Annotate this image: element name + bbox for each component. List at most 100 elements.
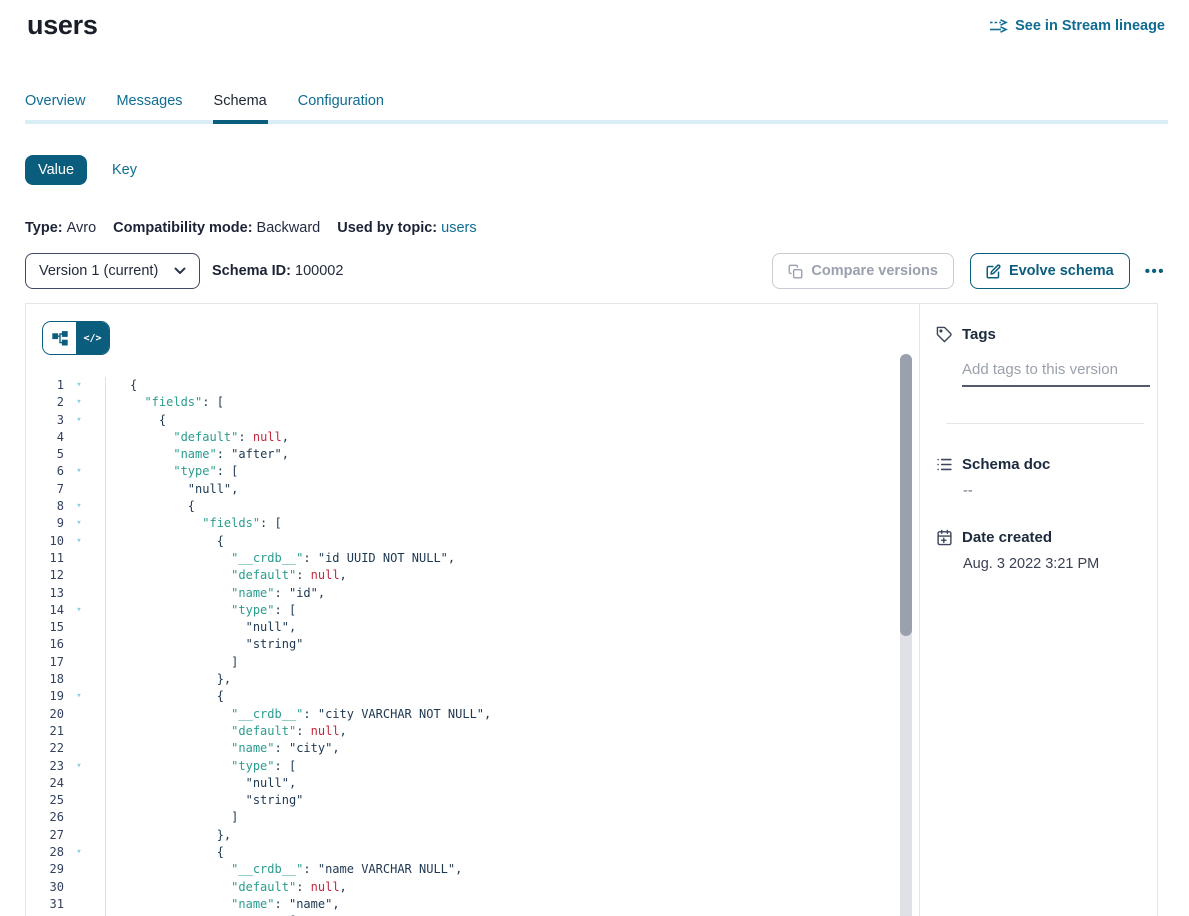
json-key: "type" xyxy=(173,464,216,478)
json-punctuation: , xyxy=(340,880,347,894)
code-line[interactable]: "string" xyxy=(130,792,919,809)
code-line[interactable]: "null", xyxy=(130,775,919,792)
code-line[interactable]: "default": null, xyxy=(130,723,919,740)
line-number: 18 xyxy=(26,671,64,688)
code-line[interactable]: "string" xyxy=(130,636,919,653)
tab-schema[interactable]: Schema xyxy=(214,93,267,124)
code-line[interactable]: "null", xyxy=(130,619,919,636)
page-title: users xyxy=(27,10,98,41)
json-punctuation: { xyxy=(130,689,224,703)
fold-arrow-icon[interactable]: ▾ xyxy=(64,515,94,532)
evolve-schema-label: Evolve schema xyxy=(1009,263,1114,279)
list-icon xyxy=(936,456,953,473)
version-select[interactable]: Version 1 (current) xyxy=(25,253,200,289)
code-line[interactable]: ] xyxy=(130,654,919,671)
fold-arrow-icon[interactable]: ▾ xyxy=(64,844,94,861)
tree-view-button[interactable] xyxy=(43,322,76,354)
fold-arrow-icon[interactable]: ▾ xyxy=(64,758,94,775)
line-number: 16 xyxy=(26,636,64,653)
fold-arrow-icon[interactable]: ▾ xyxy=(64,688,94,705)
fold-spacer xyxy=(64,723,94,740)
json-punctuation: : xyxy=(275,586,289,600)
stream-lineage-link[interactable]: See in Stream lineage xyxy=(989,18,1165,34)
code-line[interactable]: { xyxy=(130,533,919,550)
json-string: "after" xyxy=(231,447,282,461)
schema-doc-heading: Schema doc xyxy=(962,456,1050,473)
gutter-row: 22 xyxy=(26,740,105,757)
gutter-row: 23▾ xyxy=(26,758,105,775)
stream-lineage-label: See in Stream lineage xyxy=(1015,18,1165,34)
line-number: 5 xyxy=(26,446,64,463)
code-line[interactable]: { xyxy=(130,844,919,861)
json-punctuation: : [ xyxy=(202,395,224,409)
line-number: 7 xyxy=(26,481,64,498)
gutter-row: 26 xyxy=(26,809,105,826)
json-punctuation xyxy=(130,897,231,911)
code-line[interactable]: { xyxy=(130,688,919,705)
json-punctuation: }, xyxy=(130,828,231,842)
json-string: "id" xyxy=(289,586,318,600)
fold-arrow-icon[interactable]: ▾ xyxy=(64,377,94,394)
meta-compatibility-label: Compatibility mode: xyxy=(113,220,252,236)
gutter-row: 10▾ xyxy=(26,533,105,550)
code-line[interactable]: "fields": [ xyxy=(130,394,919,411)
meta-compatibility: Compatibility mode:Backward xyxy=(113,220,320,236)
schema-code-section: </> 1▾2▾3▾456▾78▾9▾10▾11121314▾151617181… xyxy=(26,304,920,916)
code-line[interactable]: "name": "after", xyxy=(130,446,919,463)
code-line[interactable]: "default": null, xyxy=(130,429,919,446)
add-tags-input[interactable] xyxy=(962,359,1150,387)
code-line[interactable]: "__crdb__": "city VARCHAR NOT NULL", xyxy=(130,706,919,723)
code-line[interactable]: "name": "id", xyxy=(130,585,919,602)
line-number: 31 xyxy=(26,896,64,913)
fold-arrow-icon[interactable]: ▾ xyxy=(64,533,94,550)
fold-arrow-icon[interactable]: ▾ xyxy=(64,463,94,480)
compare-versions-button[interactable]: Compare versions xyxy=(772,253,954,289)
fold-spacer xyxy=(64,879,94,896)
code-line[interactable]: { xyxy=(130,412,919,429)
meta-topic-link[interactable]: users xyxy=(441,220,476,236)
code-line[interactable]: "__crdb__": "name VARCHAR NULL", xyxy=(130,861,919,878)
evolve-schema-button[interactable]: Evolve schema xyxy=(970,253,1130,289)
editor-scrollbar[interactable] xyxy=(900,354,912,916)
gutter-row: 14▾ xyxy=(26,602,105,619)
code-line[interactable]: "name": "city", xyxy=(130,740,919,757)
code-line[interactable]: "default": null, xyxy=(130,567,919,584)
line-number: 10 xyxy=(26,533,64,550)
code-line[interactable]: { xyxy=(130,498,919,515)
fold-arrow-icon[interactable]: ▾ xyxy=(64,498,94,515)
fold-arrow-icon[interactable]: ▾ xyxy=(64,394,94,411)
code-line[interactable]: "fields": [ xyxy=(130,515,919,532)
schema-panel: </> 1▾2▾3▾456▾78▾9▾10▾11121314▾151617181… xyxy=(25,303,1158,916)
fold-arrow-icon[interactable]: ▾ xyxy=(64,412,94,429)
code-line[interactable]: "null", xyxy=(130,481,919,498)
code-line[interactable]: "type": [ xyxy=(130,602,919,619)
code-line[interactable]: "type": [ xyxy=(130,463,919,480)
code-line[interactable]: ] xyxy=(130,809,919,826)
fold-spacer xyxy=(64,792,94,809)
more-options-button[interactable]: ••• xyxy=(1145,263,1165,280)
json-punctuation xyxy=(130,793,246,807)
code-lines[interactable]: { "fields": [ { "default": null, "name":… xyxy=(106,377,919,916)
json-string: "name" xyxy=(289,897,332,911)
fold-spacer xyxy=(64,740,94,757)
code-line[interactable]: "default": null, xyxy=(130,879,919,896)
code-line[interactable]: "__crdb__": "id UUID NOT NULL", xyxy=(130,550,919,567)
scrollbar-thumb[interactable] xyxy=(900,354,912,636)
json-string: "id UUID NOT NULL" xyxy=(318,551,448,565)
gutter-row: 5 xyxy=(26,446,105,463)
value-tab-button[interactable]: Value xyxy=(25,155,87,185)
gutter-row: 20 xyxy=(26,706,105,723)
code-line[interactable]: }, xyxy=(130,827,919,844)
json-punctuation: , xyxy=(282,430,289,444)
key-tab-button[interactable]: Key xyxy=(112,162,137,178)
code-line[interactable]: }, xyxy=(130,671,919,688)
fold-spacer xyxy=(64,585,94,602)
code-line[interactable]: "type": [ xyxy=(130,758,919,775)
fold-arrow-icon[interactable]: ▾ xyxy=(64,602,94,619)
date-created-heading-row: Date created xyxy=(936,529,1150,546)
code-view-button[interactable]: </> xyxy=(76,322,109,354)
code-line[interactable]: { xyxy=(130,377,919,394)
code-line[interactable]: "name": "name", xyxy=(130,896,919,913)
schema-controls-row: Version 1 (current) Schema ID: 100002 Co… xyxy=(25,253,1165,289)
json-punctuation: : xyxy=(217,447,231,461)
